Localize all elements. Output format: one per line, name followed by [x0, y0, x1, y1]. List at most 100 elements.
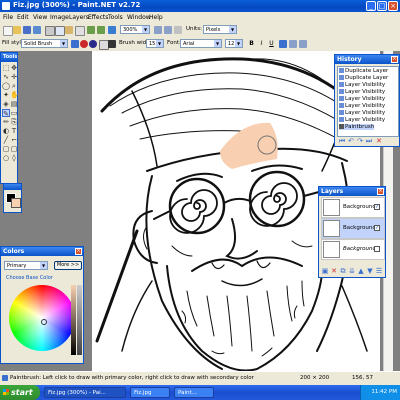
start-button[interactable]: start	[0, 385, 40, 400]
line-tool-icon[interactable]: ╱	[2, 136, 10, 144]
history-item[interactable]: Layer Visibility	[339, 110, 385, 116]
new-icon[interactable]	[3, 26, 13, 36]
move-layer-down-icon[interactable]: ▼	[366, 267, 374, 275]
recolor-icon[interactable]: ◐	[2, 127, 10, 135]
copy-icon[interactable]	[55, 26, 65, 36]
eraser-icon[interactable]: ▭	[10, 109, 18, 117]
freeform-shape-icon[interactable]: ◊	[10, 154, 18, 162]
move-selection-icon[interactable]: ✛	[10, 73, 18, 81]
ellipse-select-icon[interactable]: ◯	[2, 82, 10, 90]
open-icon[interactable]	[13, 26, 21, 34]
menu-edit[interactable]: Edit	[17, 14, 29, 21]
paint-bucket-icon[interactable]: ◈	[2, 100, 10, 108]
lasso-icon[interactable]: ∿	[2, 73, 10, 81]
layer-row[interactable]: Background ✓	[321, 197, 385, 218]
merge-layer-icon[interactable]: ⇊	[348, 267, 356, 275]
secondary-color-swatch[interactable]	[11, 198, 21, 208]
menu-tools[interactable]: Tools	[108, 14, 123, 21]
units-select[interactable]: Pixels ▼	[203, 25, 237, 34]
taskbar-item[interactable]: Fiz.jpg	[130, 387, 170, 398]
menu-file[interactable]: File	[3, 14, 13, 21]
ruler-icon[interactable]	[174, 26, 182, 34]
layers-close-button[interactable]: ×	[377, 188, 384, 195]
move-layer-up-icon[interactable]: ▲	[357, 267, 365, 275]
fill-style-select[interactable]: Solid Brush ▼	[21, 39, 68, 48]
magic-wand-icon[interactable]: ✦	[2, 91, 10, 99]
colors-close-button[interactable]: ×	[75, 248, 82, 255]
rectangle-select-icon[interactable]: ⬚	[2, 64, 10, 72]
cut-icon[interactable]	[45, 26, 55, 36]
minimize-button[interactable]: _	[366, 1, 376, 11]
layer-row-selected[interactable]: Background ✓	[321, 218, 385, 239]
history-item[interactable]: Layer Visibility	[339, 96, 385, 102]
gradient-icon[interactable]: ▤	[10, 100, 18, 108]
history-first-icon[interactable]: ⏮	[338, 137, 346, 145]
zoom-in-icon[interactable]	[154, 26, 162, 34]
primary-secondary-select[interactable]: Primary ▼	[4, 261, 48, 270]
save-icon[interactable]	[23, 26, 31, 34]
maximize-button[interactable]: □	[377, 1, 387, 11]
add-layer-icon[interactable]: ▣	[321, 267, 329, 275]
zoom-tool-icon[interactable]: ⌕	[10, 82, 18, 90]
alpha-icon[interactable]	[89, 40, 97, 48]
history-delete-icon[interactable]: ✕	[375, 137, 383, 145]
layer-visibility-checkbox[interactable]: ✓	[374, 225, 380, 231]
align-right-icon[interactable]	[299, 40, 307, 48]
layer-properties-icon[interactable]: ☰	[375, 267, 383, 275]
history-item[interactable]: Layer Visibility	[339, 82, 385, 88]
menu-window[interactable]: Window	[127, 14, 151, 21]
more-colors-button[interactable]: More >>	[54, 261, 82, 270]
history-item[interactable]: Layer Visibility	[339, 89, 385, 95]
history-item[interactable]: Layer Visibility	[339, 117, 385, 123]
rounded-rect-icon[interactable]: ▢	[10, 145, 18, 153]
underline-button[interactable]: U	[267, 39, 276, 48]
print-icon[interactable]	[33, 26, 41, 34]
layer-visibility-checkbox[interactable]: ✓	[374, 204, 380, 210]
paintbrush-tool-icon[interactable]: ✎	[2, 109, 10, 118]
redo-icon[interactable]	[97, 26, 105, 34]
redo-history-icon[interactable]: ↷	[356, 137, 364, 145]
taskbar-item[interactable]: Fiz.jpg (300%) - Pai...	[44, 387, 126, 398]
color-wheel-cursor[interactable]	[41, 319, 47, 325]
pan-icon[interactable]: ✋	[10, 91, 19, 99]
font-select[interactable]: Arial ▼	[180, 39, 222, 48]
color-picker-icon[interactable]: ⌐	[10, 136, 18, 144]
align-center-icon[interactable]	[289, 40, 297, 48]
grid-icon[interactable]	[164, 26, 172, 34]
close-button[interactable]: ×	[388, 1, 398, 11]
clone-stamp-icon[interactable]: ⎘	[10, 118, 18, 126]
ellipse-tool-icon[interactable]: ○	[2, 154, 10, 162]
crop-icon[interactable]	[75, 26, 85, 36]
move-icon[interactable]: ✥	[10, 64, 18, 72]
align-left-icon[interactable]	[279, 40, 287, 48]
delete-layer-icon[interactable]: ✕	[330, 267, 338, 275]
menu-effects[interactable]: Effects	[88, 14, 108, 21]
history-item[interactable]: Layer Visibility	[339, 103, 385, 109]
value-slider[interactable]	[71, 285, 76, 355]
history-item-current[interactable]: Paintbrush	[339, 124, 375, 130]
color-wheel[interactable]	[9, 285, 75, 351]
menu-layers[interactable]: Layers	[69, 14, 89, 21]
brush-width-select[interactable]: 15 ▼	[146, 39, 164, 48]
menu-image[interactable]: Image	[50, 14, 69, 21]
rectangle-tool-icon[interactable]: ▢	[2, 145, 10, 153]
duplicate-layer-icon[interactable]: ⧉	[339, 267, 347, 275]
italic-button[interactable]: I	[257, 39, 266, 48]
paste-icon[interactable]	[65, 26, 73, 34]
alpha-slider[interactable]	[77, 285, 82, 355]
undo-icon[interactable]	[87, 26, 95, 34]
history-item[interactable]: Duplicate Layer	[339, 75, 388, 81]
layer-row[interactable]: Background	[321, 239, 385, 260]
blend-mode-icon[interactable]	[80, 40, 88, 48]
history-item[interactable]: Duplicate Layer	[339, 68, 388, 74]
layer-visibility-checkbox[interactable]	[374, 246, 380, 252]
history-close-button[interactable]: ×	[391, 56, 398, 63]
font-size-select[interactable]: 12 ▼	[225, 39, 243, 48]
undo-history-icon[interactable]: ↶	[347, 137, 355, 145]
antialias-icon[interactable]	[71, 40, 79, 48]
menu-view[interactable]: View	[33, 14, 47, 21]
paintbrush-option-icon[interactable]	[108, 40, 116, 48]
zoom-select[interactable]: 300% ▼	[120, 25, 150, 34]
zoom-icon[interactable]	[108, 26, 116, 34]
history-last-icon[interactable]: ⏭	[365, 137, 373, 145]
